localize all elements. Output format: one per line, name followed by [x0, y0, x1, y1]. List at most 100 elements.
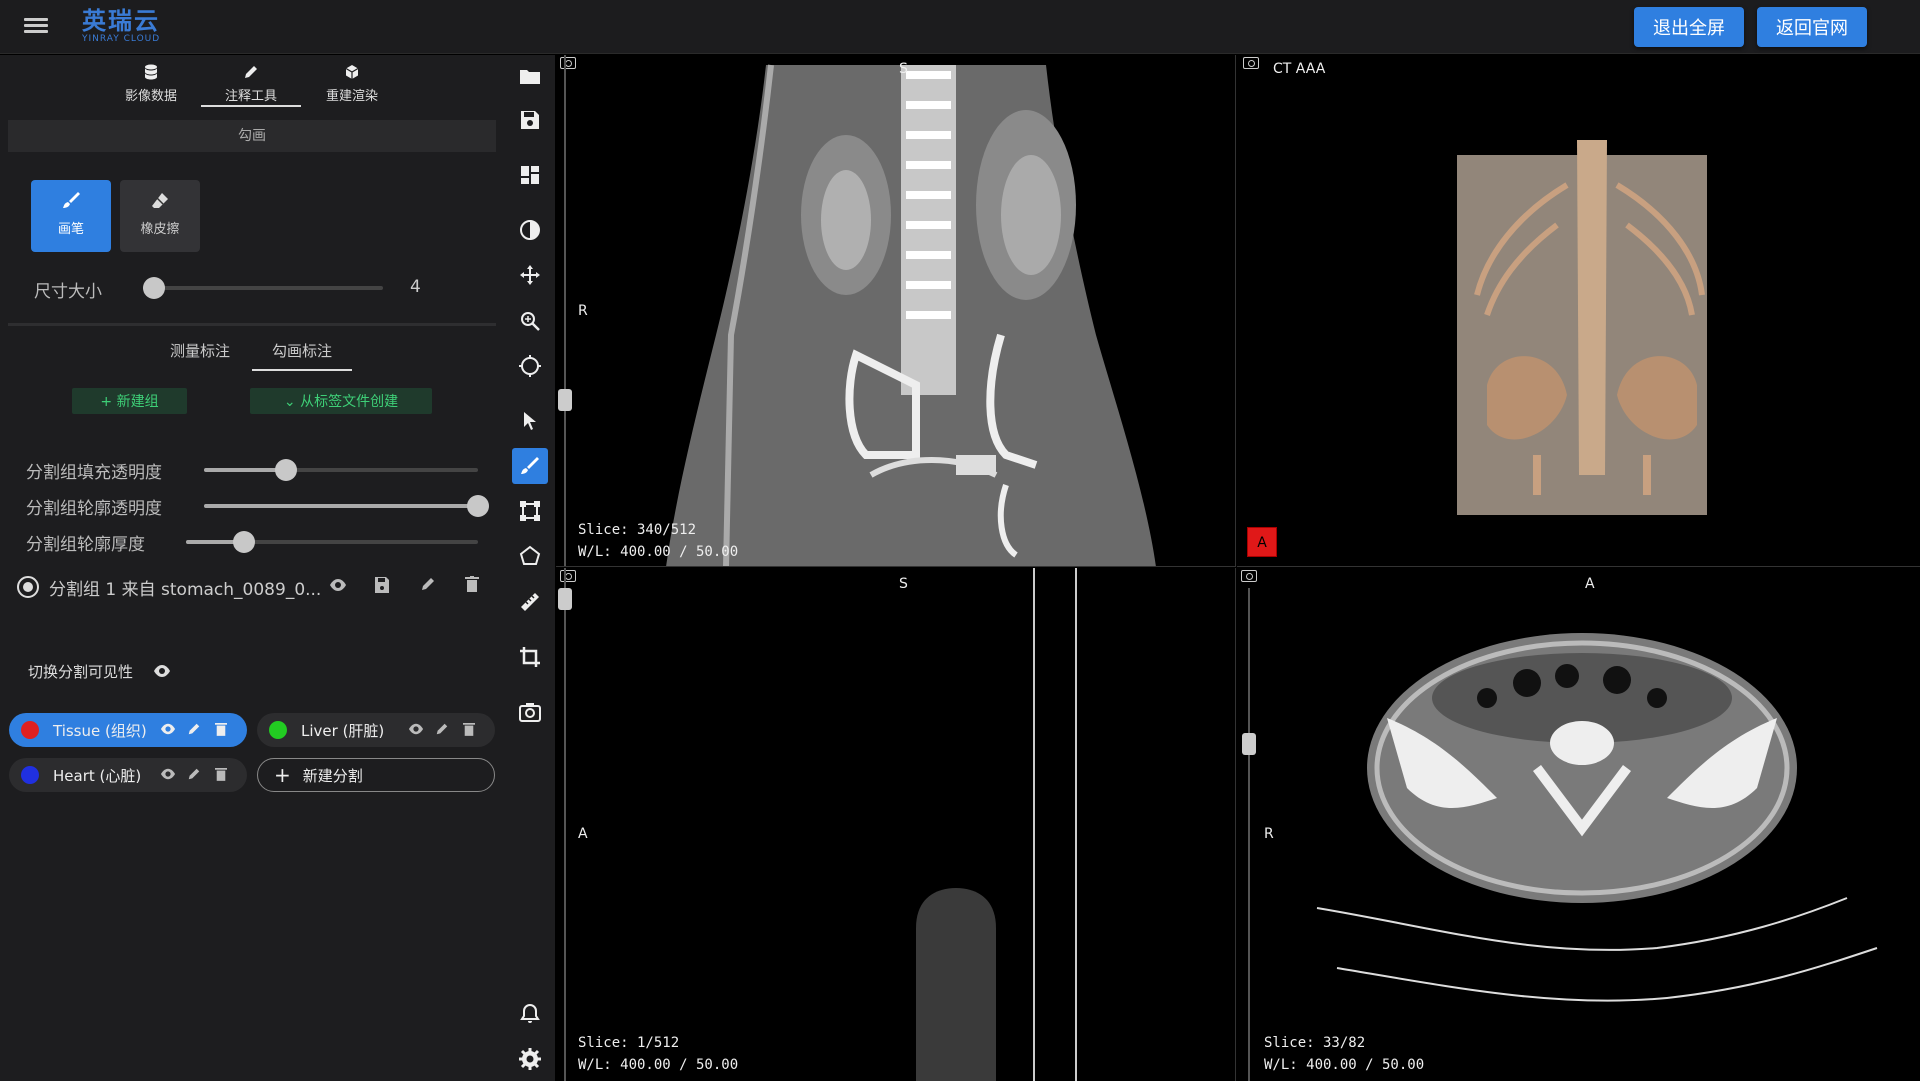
orientation-left-label: R	[578, 303, 588, 319]
ct-sagittal-image	[916, 568, 1077, 1081]
viewport-coronal[interactable]: S R Slice: 340/512 W/L: 400.00 / 50.00	[556, 55, 1236, 567]
database-icon	[101, 64, 201, 82]
tab-image-data[interactable]: 影像数据	[101, 59, 201, 107]
screenshot-camera-icon[interactable]	[560, 57, 576, 69]
brush-size-knob[interactable]	[143, 277, 165, 299]
slice-scrollbar[interactable]	[558, 568, 572, 1081]
segment-color-dot	[21, 766, 39, 784]
fill-opacity-slider[interactable]	[204, 459, 478, 481]
segment-label: Liver (肝脏)	[301, 721, 385, 740]
crop-icon[interactable]	[512, 639, 548, 675]
tab-label: 注释工具	[224, 89, 277, 104]
section-header-contour: 勾画	[8, 120, 496, 152]
crosshair-icon[interactable]	[512, 348, 548, 384]
viewport-sagittal[interactable]: S A Slice: 1/512 W/L: 400.00 / 50.00	[556, 568, 1236, 1081]
orientation-left-label: A	[578, 826, 588, 842]
slice-scroll-handle[interactable]	[1242, 733, 1256, 755]
viewport-axial[interactable]: A R Slice: 33/82 W/L: 400.00 / 50.00	[1237, 568, 1920, 1081]
create-from-label-file-button[interactable]: ⌄ 从标签文件创建	[250, 388, 432, 414]
volume-render-image	[1457, 140, 1707, 515]
eye-icon[interactable]	[159, 767, 177, 785]
camera-icon[interactable]	[512, 694, 548, 730]
top-bar: 英瑞云 YINRAY CLOUD 退出全屏 返回官网	[0, 0, 1920, 54]
layout-icon[interactable]	[512, 157, 548, 193]
segment-chip-liver[interactable]: Liver (肝脏)	[257, 713, 495, 747]
brush-icon[interactable]	[512, 448, 548, 484]
edit-icon[interactable]	[435, 722, 449, 740]
vertical-toolbar	[505, 55, 555, 1081]
eye-icon[interactable]	[328, 577, 348, 597]
fill-opacity-label: 分割组填充透明度	[26, 463, 162, 483]
new-group-button[interactable]: + 新建组	[72, 388, 187, 414]
back-official-site-button[interactable]: 返回官网	[1757, 7, 1867, 47]
polygon-icon[interactable]	[512, 538, 548, 574]
delete-icon[interactable]	[463, 722, 475, 740]
slice-info: Slice: 33/82	[1264, 1035, 1366, 1051]
segment-chip-tissue[interactable]: Tissue (组织)	[9, 713, 247, 747]
pan-icon[interactable]	[512, 257, 548, 293]
tab-reconstruction[interactable]: 重建渲染	[302, 59, 402, 107]
outline-opacity-label: 分割组轮廓透明度	[26, 499, 162, 519]
outline-thickness-knob[interactable]	[233, 531, 255, 553]
fill-opacity-fill	[204, 468, 286, 472]
edit-icon[interactable]	[187, 722, 201, 740]
pointer-icon[interactable]	[512, 403, 548, 439]
slice-scrollbar[interactable]	[1242, 588, 1256, 1081]
volume-preset-title: CT AAA	[1273, 61, 1326, 77]
orientation-left-label: R	[1264, 826, 1274, 842]
fill-opacity-knob[interactable]	[275, 459, 297, 481]
slice-scroll-handle[interactable]	[558, 588, 572, 610]
delete-icon[interactable]	[465, 576, 479, 596]
eraser-tool-button[interactable]: 橡皮擦	[120, 180, 200, 252]
toggle-visibility-label[interactable]: 切换分割可见性	[28, 661, 133, 682]
orientation-top-label: S	[899, 576, 908, 592]
viewport-3d-volume[interactable]: CT AAA A	[1237, 55, 1920, 567]
delete-icon[interactable]	[215, 722, 227, 740]
edit-icon[interactable]	[187, 767, 201, 785]
settings-gear-icon[interactable]	[512, 1041, 548, 1077]
outline-opacity-knob[interactable]	[467, 495, 489, 517]
save-icon[interactable]	[512, 102, 548, 138]
delete-icon[interactable]	[215, 767, 227, 785]
eye-icon[interactable]	[407, 722, 425, 740]
brush-size-value: 4	[410, 277, 421, 297]
slice-info: Slice: 1/512	[578, 1035, 680, 1051]
bounding-box-icon[interactable]	[512, 493, 548, 529]
outline-opacity-slider[interactable]	[204, 495, 489, 517]
segment-label: Tissue (组织)	[53, 721, 147, 740]
plus-icon: +	[274, 763, 291, 787]
exit-fullscreen-button[interactable]: 退出全屏	[1634, 7, 1744, 47]
save-icon[interactable]	[374, 576, 390, 598]
new-segment-button[interactable]: + 新建分割	[257, 758, 495, 792]
brush-tool-button[interactable]: 画笔	[31, 180, 111, 252]
group-radio-icon[interactable]	[16, 575, 40, 603]
tab-measurement-annotation[interactable]: 测量标注	[170, 340, 230, 361]
slice-scrollbar[interactable]	[558, 55, 572, 566]
brush-size-label: 尺寸大小	[34, 282, 102, 302]
edit-icon[interactable]	[420, 576, 436, 596]
contrast-icon[interactable]	[512, 212, 548, 248]
segment-chip-heart[interactable]: Heart (心脏)	[9, 758, 247, 792]
tab-label: 影像数据	[124, 89, 177, 104]
screenshot-camera-icon[interactable]	[1243, 57, 1259, 69]
screenshot-camera-icon[interactable]	[1241, 570, 1257, 582]
brush-size-slider[interactable]	[143, 277, 383, 299]
open-folder-icon[interactable]	[512, 58, 548, 94]
visibility-eye-icon[interactable]	[152, 663, 172, 683]
outline-thickness-slider[interactable]	[186, 531, 478, 553]
ruler-icon[interactable]	[512, 584, 548, 620]
screenshot-camera-icon[interactable]	[560, 570, 576, 582]
notification-bell-icon[interactable]	[512, 996, 548, 1032]
outline-thickness-label: 分割组轮廓厚度	[26, 535, 145, 555]
ct-axial-image	[1316, 633, 1878, 1002]
hamburger-menu-icon[interactable]	[24, 15, 48, 37]
tab-annotation-tools[interactable]: 注释工具	[201, 59, 301, 107]
brush-tool-label: 画笔	[57, 222, 84, 237]
orientation-marker[interactable]: A	[1247, 527, 1277, 557]
eye-icon[interactable]	[159, 722, 177, 740]
slice-scroll-handle[interactable]	[558, 389, 572, 411]
sidebar: 影像数据 注释工具 重建渲染 勾画 画笔 橡皮擦 尺寸大小 4 测量标注 勾画标…	[0, 55, 505, 1081]
logo: 英瑞云 YINRAY CLOUD	[82, 8, 160, 44]
tab-contour-annotation[interactable]: 勾画标注	[252, 340, 353, 371]
zoom-icon[interactable]	[512, 303, 548, 339]
